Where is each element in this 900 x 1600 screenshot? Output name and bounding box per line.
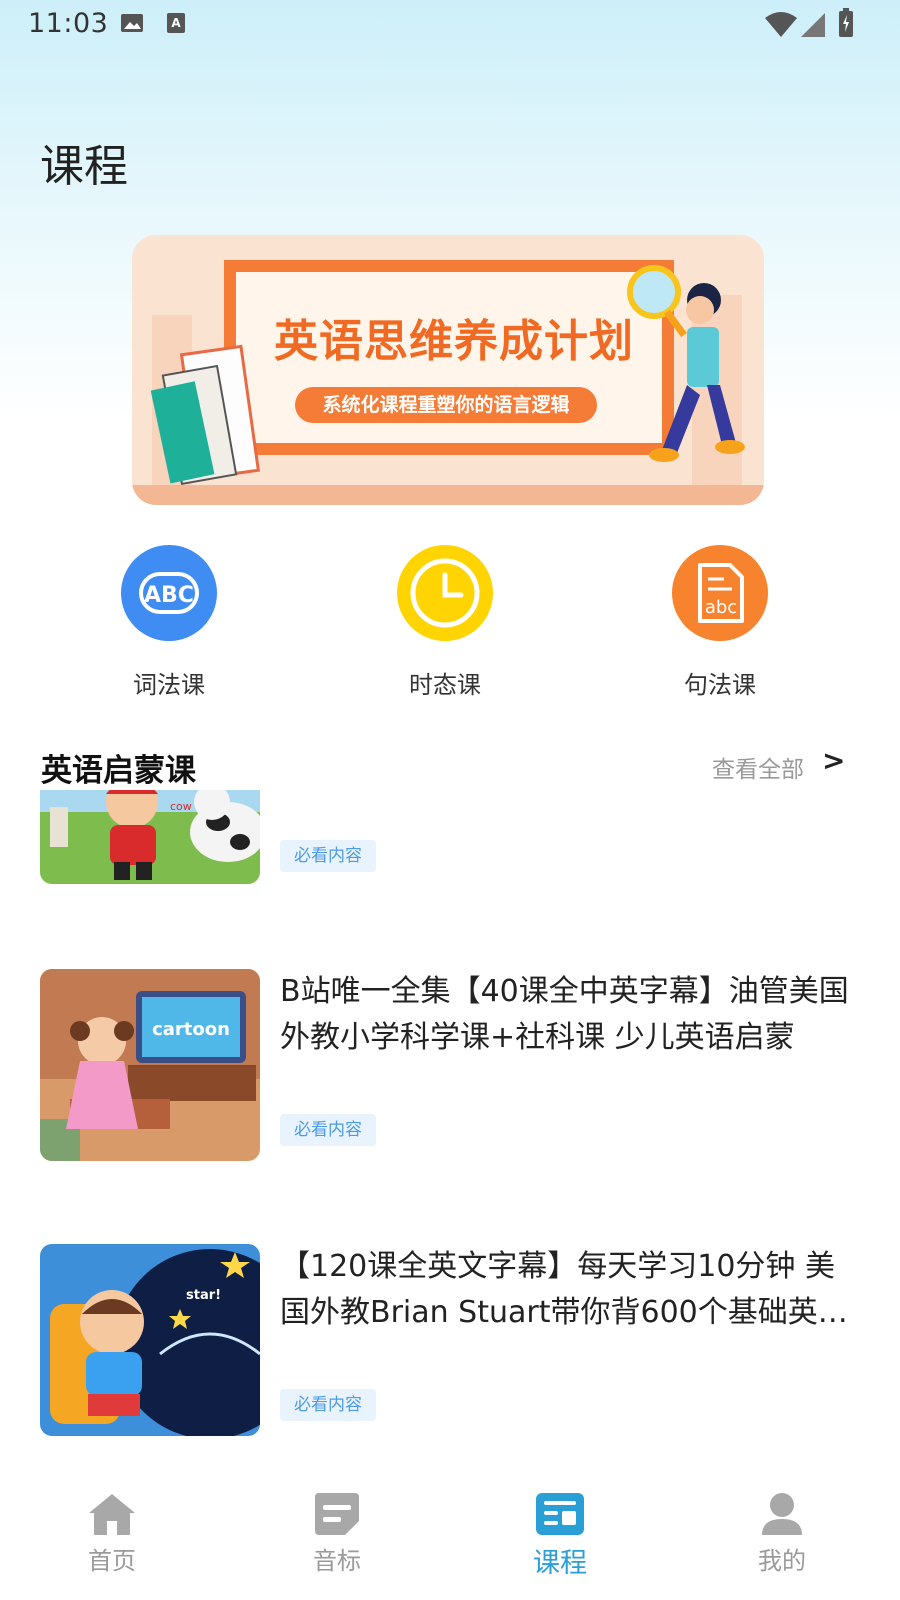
svg-text:star!: star! [186, 1288, 221, 1303]
phonetic-icon [311, 1491, 363, 1537]
category-label: 词法课 [133, 671, 205, 699]
category-label: 时态课 [409, 671, 481, 699]
signal-icon [800, 12, 826, 42]
status-bar: 11:03 A [0, 0, 900, 50]
category-lexical[interactable]: ABC 词法课 [69, 545, 269, 700]
svg-text:cow: cow [170, 800, 192, 813]
banner-illustration [132, 235, 764, 505]
nav-label: 课程 [533, 1548, 587, 1579]
see-all-link[interactable]: 查看全部 [712, 750, 804, 784]
section-title: 英语启蒙课 [41, 753, 196, 789]
profile-icon [756, 1491, 808, 1537]
nav-profile[interactable]: 我的 [722, 1491, 842, 1576]
nav-course[interactable]: 课程 [500, 1491, 620, 1580]
course-title: B站唯一全集【40课全中英字幕】油管美国外教小学科学课+社科课 少儿英语启蒙 [280, 974, 849, 1055]
nav-label: 我的 [758, 1547, 806, 1575]
course-thumbnail: star! [40, 1244, 260, 1436]
abc-icon: ABC [121, 545, 217, 641]
page-title: 课程 [40, 141, 128, 192]
course-icon [534, 1491, 586, 1537]
banner-subtitle: 系统化课程重塑你的语言逻辑 [295, 387, 597, 423]
document-abc-icon: abc [672, 545, 768, 641]
home-icon [86, 1491, 138, 1537]
clock-icon [397, 545, 493, 641]
course-thumbnail: cartoon [40, 969, 260, 1161]
category-label: 句法课 [684, 671, 756, 699]
promo-banner[interactable]: 英语思维养成计划 系统化课程重塑你的语言逻辑 [132, 235, 764, 505]
chevron-right-icon[interactable]: > [822, 744, 845, 777]
course-tag: 必看内容 [280, 1114, 376, 1146]
svg-text:cartoon: cartoon [152, 1019, 230, 1040]
font-a-icon: A [166, 12, 186, 38]
nav-phonetic[interactable]: 音标 [277, 1491, 397, 1576]
course-title: 【120课全英文字幕】每天学习10分钟 美国外教Brian Stuart带你背6… [280, 1249, 848, 1330]
nav-home[interactable]: 首页 [52, 1491, 172, 1576]
status-time: 11:03 [28, 8, 109, 39]
svg-text:A: A [171, 16, 181, 30]
nav-label: 音标 [313, 1547, 361, 1575]
course-list[interactable]: cow … 必看内容 cartoon B站唯一全集【40课全中英字幕】 [0, 790, 900, 1461]
category-syntax[interactable]: abc 句法课 [620, 545, 820, 700]
svg-text:abc: abc [705, 597, 737, 618]
course-thumbnail: cow [40, 790, 260, 884]
course-tag: 必看内容 [280, 840, 376, 872]
wifi-icon [764, 12, 798, 42]
category-tense[interactable]: 时态课 [345, 545, 545, 700]
svg-text:ABC: ABC [144, 583, 194, 608]
banner-title: 英语思维养成计划 [274, 316, 634, 367]
bottom-nav: 首页 音标 课程 我的 [0, 1461, 900, 1600]
battery-icon [838, 8, 854, 42]
image-icon [120, 12, 144, 38]
course-tag: 必看内容 [280, 1389, 376, 1421]
nav-label: 首页 [88, 1547, 136, 1575]
